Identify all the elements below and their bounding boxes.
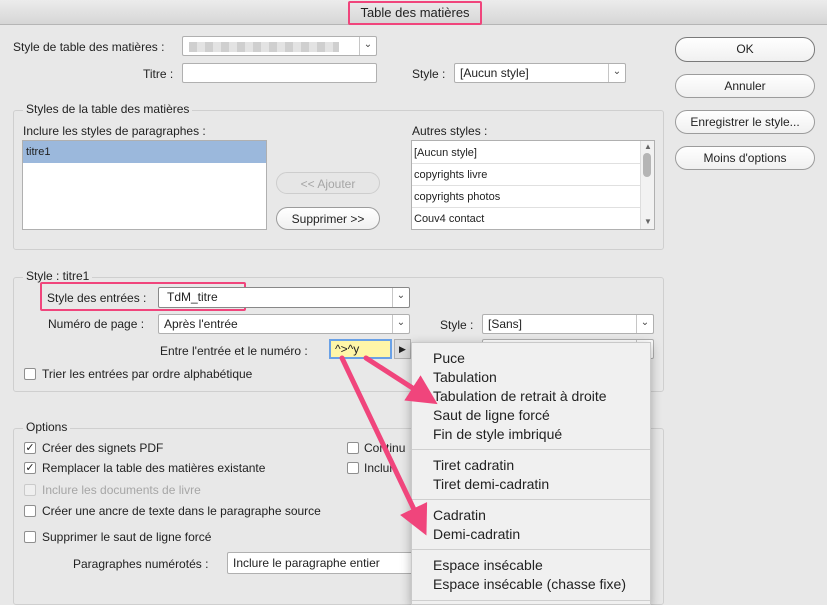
arrow-to-tab-right-indent bbox=[363, 355, 438, 405]
annotation-arrows bbox=[339, 355, 438, 536]
